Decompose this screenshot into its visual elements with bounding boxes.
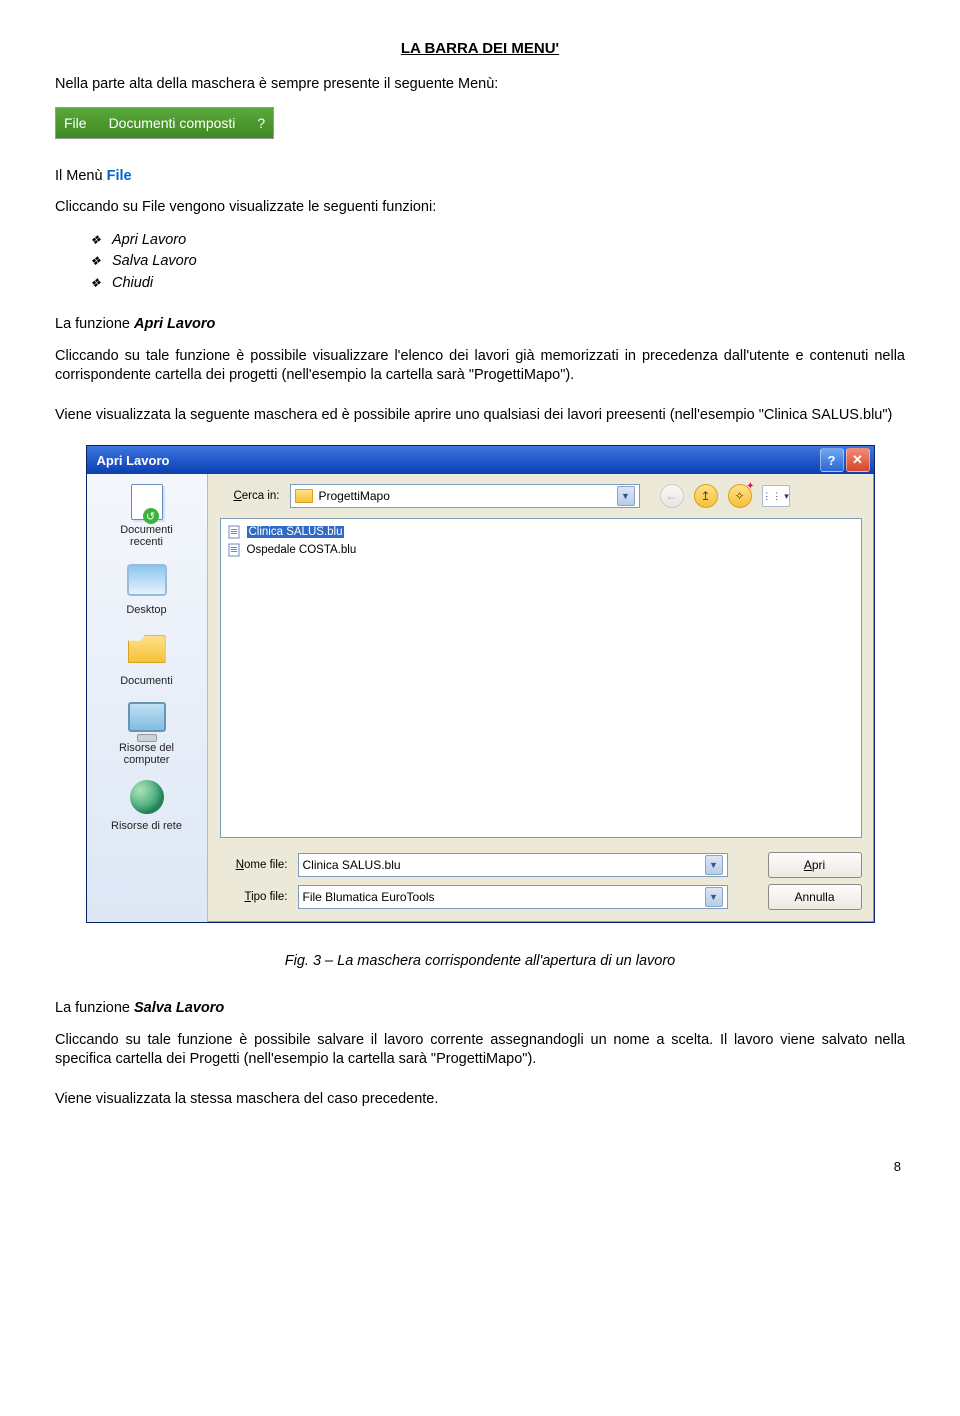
documents-icon — [127, 635, 167, 673]
place-desktop[interactable]: Desktop — [92, 560, 202, 616]
filetype-label: Tipo file: — [220, 891, 288, 903]
view-menu-icon[interactable]: ⋮⋮▾ — [762, 485, 790, 507]
p-salva-note: Viene visualizzata la stessa maschera de… — [55, 1090, 905, 1110]
file-item-selected[interactable]: Clinica SALUS.blu — [225, 523, 857, 541]
filename-label: Nome file: — [220, 859, 288, 871]
computer-icon — [127, 702, 167, 740]
cancel-button[interactable]: Annulla — [768, 884, 862, 910]
folder-icon — [295, 489, 313, 503]
subheading-apri: La funzione Apri Lavoro — [55, 315, 905, 335]
chevron-down-icon[interactable]: ▼ — [705, 887, 723, 907]
p-apri-desc: Cliccando su tale funzione è possibile v… — [55, 347, 905, 386]
file-name: Ospedale COSTA.blu — [247, 544, 357, 556]
help-icon[interactable]: ? — [820, 448, 844, 472]
filename-input[interactable]: Clinica SALUS.blu ▼ — [298, 853, 728, 877]
file-icon — [227, 543, 243, 557]
nav-up-icon[interactable]: ↥ — [694, 484, 718, 508]
menu-bar: File Documenti composti ? — [55, 107, 274, 139]
menu-help[interactable]: ? — [257, 115, 265, 131]
filetype-combo[interactable]: File Blumatica EuroTools ▼ — [298, 885, 728, 909]
desktop-icon — [127, 564, 167, 602]
look-in-value: ProgettiMapo — [319, 489, 390, 503]
bullet-apri: Apri Lavoro — [90, 230, 905, 252]
place-computer[interactable]: Risorse del computer — [92, 699, 202, 766]
p-salva-desc: Cliccando su tale funzione è possibile s… — [55, 1031, 905, 1070]
place-network[interactable]: Risorse di rete — [92, 778, 202, 832]
bullet-salva: Salva Lavoro — [90, 251, 905, 273]
chevron-down-icon[interactable]: ▼ — [617, 486, 635, 506]
recent-docs-icon — [127, 484, 167, 522]
section-heading: Il Menù File — [55, 167, 905, 187]
p-apri-example: Viene visualizzata la seguente maschera … — [55, 406, 905, 426]
file-name: Clinica SALUS.blu — [247, 526, 345, 538]
new-folder-icon[interactable]: ✧ — [728, 484, 752, 508]
dialog-title: Apri Lavoro — [97, 453, 170, 468]
network-icon — [127, 780, 167, 818]
function-list: Apri Lavoro Salva Lavoro Chiudi — [90, 230, 905, 295]
page-title: LA BARRA DEI MENU' — [55, 40, 905, 57]
file-icon — [227, 525, 243, 539]
open-dialog: Apri Lavoro ? ✕ Documenti recenti Deskto… — [86, 445, 875, 923]
bullet-chiudi: Chiudi — [90, 273, 905, 295]
look-in-combo[interactable]: ProgettiMapo ▼ — [290, 484, 640, 508]
heading-file-word: File — [107, 168, 132, 184]
place-documents[interactable]: Documenti — [92, 628, 202, 687]
subheading-salva: La funzione Salva Lavoro — [55, 999, 905, 1019]
page-number: 8 — [55, 1159, 905, 1174]
open-button[interactable]: Apri — [768, 852, 862, 878]
intro-text: Nella parte alta della maschera è sempre… — [55, 75, 905, 95]
menu-documenti[interactable]: Documenti composti — [109, 115, 236, 131]
places-bar: Documenti recenti Desktop Documenti Riso… — [87, 474, 208, 922]
menu-file[interactable]: File — [64, 115, 87, 131]
p-click-file: Cliccando su File vengono visualizzate l… — [55, 198, 905, 218]
figure-caption: Fig. 3 – La maschera corrispondente all'… — [55, 953, 905, 969]
dialog-titlebar: Apri Lavoro ? ✕ — [87, 446, 874, 474]
nav-back-icon[interactable]: ← — [660, 484, 684, 508]
place-recent[interactable]: Documenti recenti — [92, 484, 202, 548]
close-icon[interactable]: ✕ — [846, 448, 870, 472]
file-item[interactable]: Ospedale COSTA.blu — [225, 541, 857, 559]
look-in-label: Cerca in: — [220, 490, 280, 502]
file-list[interactable]: Clinica SALUS.blu Ospedale COSTA.blu — [220, 518, 862, 838]
chevron-down-icon[interactable]: ▼ — [705, 855, 723, 875]
